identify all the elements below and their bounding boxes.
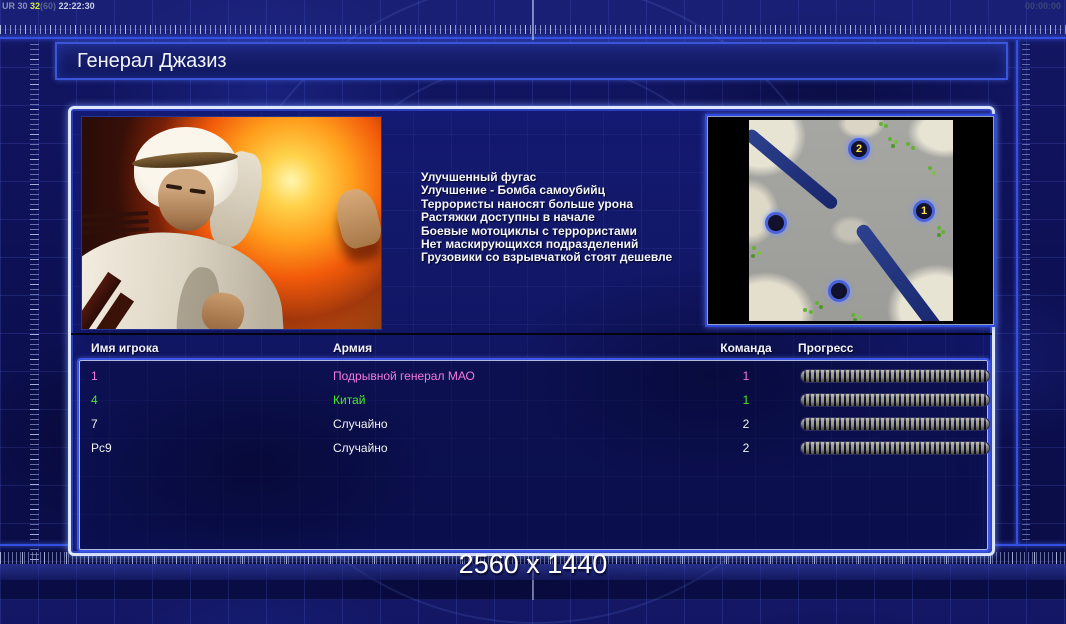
- status-prefix: UR 30: [2, 1, 31, 11]
- feature-item: Террористы наносят больше урона: [421, 196, 634, 211]
- minimap-terrain: 2 1: [749, 120, 953, 321]
- load-progress-bar: [800, 417, 990, 431]
- tree-cluster: [851, 313, 855, 317]
- minimap-panel: 2 1: [705, 114, 996, 327]
- general-portrait-image: [81, 116, 382, 330]
- feature-item: Растяжки доступны в начале: [421, 210, 595, 225]
- player-name: Pc9: [91, 441, 112, 455]
- player-list-panel: 1 Подрывной генерал МАО 1 4 Китай 1 7 Сл…: [77, 358, 990, 552]
- column-header-army: Армия: [333, 341, 373, 355]
- table-separator-line: [71, 333, 992, 335]
- page-title: Генерал Джазиз: [77, 50, 227, 72]
- title-bar: Генерал Джазиз: [55, 42, 1008, 80]
- right-ruler-ticks: [1022, 40, 1030, 545]
- debug-status-text: UR 30 32(60) 22:22:30: [2, 1, 95, 11]
- minimap-river-lower: [853, 222, 946, 321]
- player-row: Pc9 Случайно 2: [79, 436, 990, 460]
- tree-cluster: [803, 308, 807, 312]
- loading-panel: Улучшенный фугас Улучшение - Бомба самоу…: [68, 106, 996, 556]
- general-features-list: Улучшенный фугас Улучшение - Бомба самоу…: [421, 170, 721, 265]
- system-clock: 22:22:30: [56, 1, 95, 11]
- tree-cluster: [928, 166, 932, 170]
- player-army: Случайно: [333, 417, 388, 431]
- start-position-marker-unnumbered: [828, 280, 850, 302]
- player-name: 4: [91, 393, 98, 407]
- column-header-progress: Прогресс: [798, 341, 854, 355]
- fps-cap: (60): [40, 1, 57, 11]
- center-crosshair-top: [532, 0, 534, 40]
- player-army: Случайно: [333, 441, 388, 455]
- loading-screen: { "status_bar": { "left_prefix": "UR 30 …: [0, 0, 1066, 624]
- start-position-marker-1: 1: [913, 200, 935, 222]
- feature-item: Грузовики со взрывчаткой стоят дешевле: [421, 250, 673, 265]
- tree-cluster: [937, 226, 941, 230]
- portrait-face: [158, 169, 214, 231]
- load-progress-fill: [801, 394, 989, 406]
- player-team: 2: [742, 417, 750, 431]
- player-name: 7: [91, 417, 98, 431]
- tree-cluster: [752, 246, 756, 250]
- tree-cluster: [879, 122, 883, 126]
- player-team: 1: [742, 369, 750, 383]
- fps-value: 32: [30, 1, 41, 11]
- load-progress-fill: [801, 442, 989, 454]
- feature-item: Улучшение - Бомба самоубийц: [421, 183, 605, 198]
- player-row: 1 Подрывной генерал МАО 1: [79, 364, 990, 388]
- start-position-marker-unnumbered: [765, 212, 787, 234]
- tree-cluster: [906, 142, 910, 146]
- player-team: 2: [742, 441, 750, 455]
- scaffold-silhouette: [82, 211, 149, 219]
- player-team: 1: [742, 393, 750, 407]
- load-progress-fill: [801, 418, 989, 430]
- right-accent-line: [1016, 40, 1018, 545]
- minimap-river-upper: [749, 127, 840, 212]
- load-progress-bar: [800, 393, 990, 407]
- left-ruler-ticks: [30, 40, 39, 560]
- match-timer: 00:00:00: [1024, 1, 1061, 11]
- load-progress-bar: [800, 369, 990, 383]
- load-progress-bar: [800, 441, 990, 455]
- load-progress-fill: [801, 370, 989, 382]
- tree-cluster: [815, 301, 819, 305]
- column-header-player-name: Имя игрока: [91, 341, 159, 355]
- player-army: Подрывной генерал МАО: [333, 369, 475, 383]
- feature-item: Нет маскирующихся подразделений: [421, 237, 639, 252]
- feature-item: Боевые мотоциклы с террористами: [421, 223, 637, 238]
- tree-cluster: [888, 137, 892, 141]
- player-row: 4 Китай 1: [79, 388, 990, 412]
- player-name: 1: [91, 369, 98, 383]
- player-army: Китай: [333, 393, 366, 407]
- resolution-label: 2560 x 1440: [458, 549, 608, 579]
- player-row: 7 Случайно 2: [79, 412, 990, 436]
- portrait-raised-hand: [331, 185, 381, 251]
- column-header-team: Команда: [720, 341, 772, 355]
- start-position-marker-2: 2: [848, 138, 870, 160]
